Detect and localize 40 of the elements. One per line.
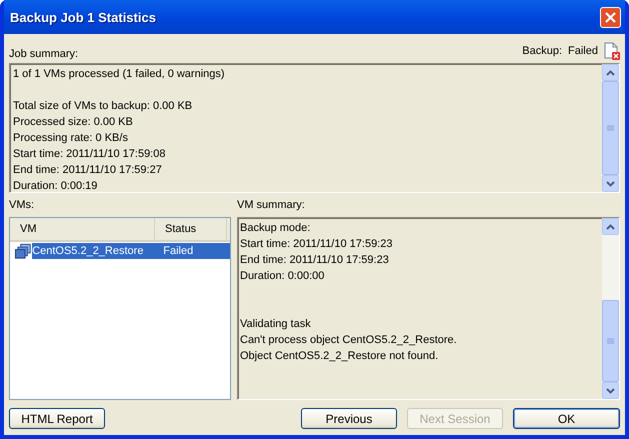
summary-line: Validating task xyxy=(240,317,312,332)
summary-line: Processing rate: 0 KB/s xyxy=(13,131,129,146)
summary-line: Start time: 2011/11/10 17:59:08 xyxy=(13,147,166,162)
summary-line: Total size of VMs to backup: 0.00 KB xyxy=(13,99,194,114)
dialog-button[interactable]: HTML Report xyxy=(9,408,105,429)
window-title: Backup Job 1 Statistics xyxy=(10,10,156,24)
summary-line: End time: 2011/11/10 17:59:27 xyxy=(13,163,163,178)
summary-line: Duration: 0:00:19 xyxy=(13,179,98,192)
vm-row[interactable]: CentOS5.2_2_Restore Failed xyxy=(10,242,230,260)
section-label: Job summary: xyxy=(9,48,78,60)
section-label: VM summary: xyxy=(237,199,306,213)
scrollbar[interactable] xyxy=(602,218,619,399)
summary-line: Object CentOS5.2_2_Restore not found. xyxy=(240,349,440,364)
scroll-thumb[interactable] xyxy=(602,81,619,175)
summary-line: Backup mode: xyxy=(240,221,312,236)
chevron-up-icon[interactable] xyxy=(606,70,615,76)
column-header[interactable]: VM xyxy=(10,218,155,240)
section-label: VMs: xyxy=(9,199,36,213)
status-value: Failed xyxy=(568,45,598,57)
scrollbar[interactable] xyxy=(602,64,619,192)
vm-status: Failed xyxy=(153,243,230,259)
summary-line: End time: 2011/11/10 17:59:23 xyxy=(240,253,390,268)
summary-line: 1 of 1 VMs processed (1 failed, 0 warnings) xyxy=(13,67,226,82)
summary-line: Processed size: 0.00 KB xyxy=(13,115,134,130)
chevron-down-icon[interactable] xyxy=(606,388,615,394)
vm-name: CentOS5.2_2_Restore xyxy=(32,243,154,259)
summary-line: Start time: 2011/11/10 17:59:23 xyxy=(240,237,394,252)
chevron-down-icon[interactable] xyxy=(606,180,615,186)
chevron-up-icon[interactable] xyxy=(606,224,615,230)
dialog-button[interactable]: Previous xyxy=(301,408,397,429)
summary-line: Duration: 0:00:00 xyxy=(240,269,326,284)
column-header[interactable]: Status xyxy=(155,218,227,240)
close-icon[interactable] xyxy=(605,12,616,22)
vm-stack-icon xyxy=(15,243,32,259)
scroll-thumb[interactable] xyxy=(602,300,619,382)
dialog-button[interactable]: OK xyxy=(513,408,620,429)
status-label: Backup: xyxy=(522,45,562,57)
summary-line: Can't process object CentOS5.2_2_Restore. xyxy=(240,333,458,348)
close-button[interactable] xyxy=(600,6,621,28)
failed-document-icon xyxy=(604,42,620,60)
